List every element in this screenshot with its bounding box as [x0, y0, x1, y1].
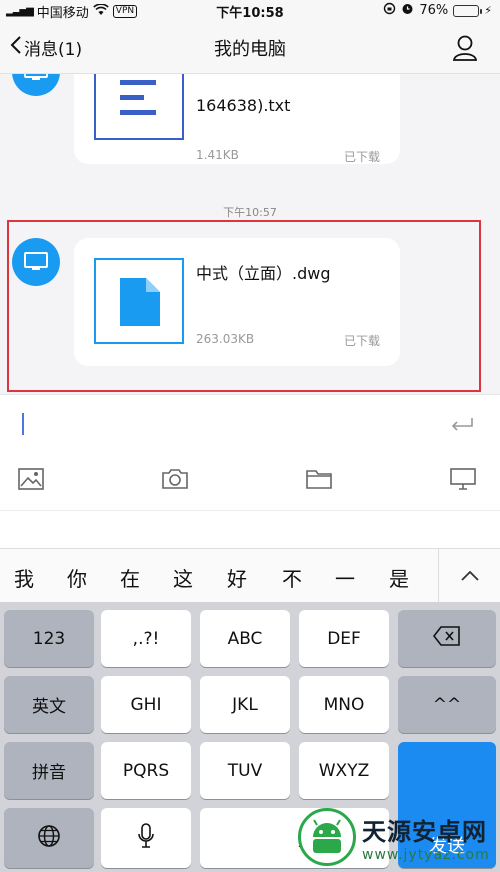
- candidate-word[interactable]: 一: [335, 563, 355, 592]
- key-punctuation[interactable]: ,.?!: [101, 610, 191, 667]
- candidate-word[interactable]: 这: [173, 563, 193, 592]
- file-size: 1.41KB: [196, 148, 239, 162]
- download-state: 已下载: [343, 150, 380, 164]
- key-english[interactable]: 英文: [4, 676, 94, 733]
- alarm-icon: [401, 2, 414, 19]
- enter-icon[interactable]: [450, 417, 474, 437]
- folder-icon[interactable]: [305, 467, 333, 495]
- chat-area[interactable]: 164638).txt 1.41KB 已下载 下午10:57 中式（立面）.dw…: [0, 74, 500, 394]
- chevron-up-icon: [460, 567, 480, 586]
- globe-icon: [37, 824, 61, 853]
- candidate-word[interactable]: 好: [227, 563, 247, 592]
- camera-icon[interactable]: [161, 467, 189, 495]
- candidate-bar: 我 你 在 这 好 不 一 是: [0, 548, 500, 603]
- battery-percent: 76%: [419, 3, 449, 18]
- candidate-word[interactable]: 不: [282, 563, 302, 592]
- key-abc[interactable]: ABC: [200, 610, 290, 667]
- page-title: 我的电脑: [214, 39, 286, 60]
- android-logo-icon: [298, 808, 356, 866]
- key-mno[interactable]: MNO: [299, 676, 389, 733]
- candidate-word[interactable]: 在: [120, 563, 140, 592]
- microphone-icon: [137, 822, 155, 854]
- charging-icon: ⚡: [484, 4, 492, 17]
- key-pinyin[interactable]: 拼音: [4, 742, 94, 799]
- keyboard: 123 ,.?! ABC DEF 英文 GHI JKL MNO ^^ 拼音 PQ…: [0, 602, 500, 872]
- key-wxyz[interactable]: WXYZ: [299, 742, 389, 799]
- watermark-title: 天源安卓网: [362, 817, 487, 846]
- text-file-icon: [120, 78, 160, 122]
- backspace-icon: [432, 626, 461, 651]
- key-123[interactable]: 123: [4, 610, 94, 667]
- microphone-key[interactable]: [101, 808, 191, 868]
- file-message[interactable]: 164638).txt 1.41KB 已下载: [74, 74, 400, 164]
- highlight-box: [7, 220, 481, 392]
- file-thumbnail: [94, 74, 184, 140]
- backspace-key[interactable]: [398, 610, 496, 667]
- computer-icon[interactable]: [449, 467, 477, 495]
- key-def[interactable]: DEF: [299, 610, 389, 667]
- key-jkl[interactable]: JKL: [200, 676, 290, 733]
- image-icon[interactable]: [18, 467, 46, 495]
- input-spacer: [0, 510, 500, 548]
- rotation-lock-icon: [383, 2, 396, 19]
- user-icon[interactable]: [452, 34, 478, 62]
- collapse-candidates-button[interactable]: [438, 549, 500, 603]
- key-emoticon[interactable]: ^^: [398, 676, 496, 733]
- candidate-word[interactable]: 我: [14, 563, 34, 592]
- candidate-word[interactable]: 是: [389, 563, 409, 592]
- status-bar: ▂▃▅▆ 中国移动 VPN 下午10:58 76% ⚡: [0, 0, 500, 21]
- message-timestamp: 下午10:57: [223, 206, 277, 219]
- sender-avatar[interactable]: [12, 74, 60, 96]
- key-pqrs[interactable]: PQRS: [101, 742, 191, 799]
- nav-bar: 消息(1) 我的电脑: [0, 20, 500, 74]
- message-input-bar: [0, 394, 500, 510]
- globe-key[interactable]: [4, 808, 94, 868]
- attachment-toolbar: [0, 467, 500, 497]
- watermark: 天源安卓网 www.jytyaz.com: [298, 806, 494, 868]
- candidate-word[interactable]: 你: [67, 563, 87, 592]
- battery-icon: [453, 4, 483, 17]
- key-ghi[interactable]: GHI: [101, 676, 191, 733]
- file-name: 164638).txt: [196, 96, 291, 115]
- text-input[interactable]: [22, 413, 24, 435]
- watermark-url: www.jytyaz.com: [362, 846, 490, 863]
- key-tuv[interactable]: TUV: [200, 742, 290, 799]
